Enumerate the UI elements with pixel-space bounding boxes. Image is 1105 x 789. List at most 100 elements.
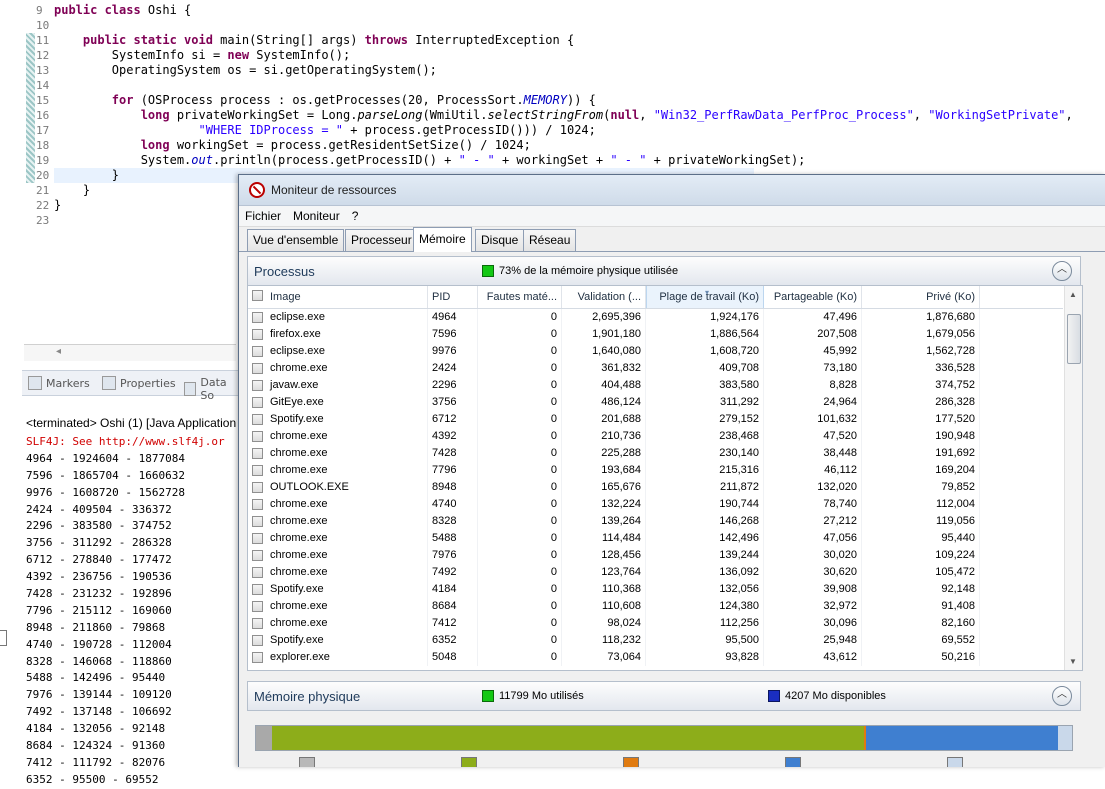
- cell-shareable: 46,112: [764, 462, 862, 479]
- properties-icon: [102, 376, 116, 390]
- cell-hard-faults: 0: [478, 632, 562, 649]
- table-row[interactable]: chrome.exe 7492 0 123,764 136,092 30,620 105,4…: [248, 564, 1063, 581]
- scroll-up-icon[interactable]: ▲: [1069, 290, 1077, 299]
- table-row[interactable]: GitEye.exe 3756 0 486,124 311,292 24,964 286,3…: [248, 394, 1063, 411]
- table-row[interactable]: chrome.exe 8684 0 110,608 124,380 32,972 91,40…: [248, 598, 1063, 615]
- window-titlebar[interactable]: Moniteur de ressources: [239, 175, 1105, 206]
- cell-shareable: 132,020: [764, 479, 862, 496]
- tab-data-source[interactable]: Data So: [184, 376, 238, 402]
- tab-properties[interactable]: Properties: [102, 376, 176, 390]
- code-text: }: [54, 183, 91, 197]
- table-row[interactable]: firefox.exe 7596 0 1,901,180 1,886,564 207,50…: [248, 326, 1063, 343]
- menu-fichier[interactable]: Fichier: [239, 209, 287, 223]
- table-row[interactable]: chrome.exe 7412 0 98,024 112,256 30,096 82,160: [248, 615, 1063, 632]
- tab-overview[interactable]: Vue d'ensemble: [247, 229, 345, 251]
- table-row[interactable]: chrome.exe 2424 0 361,832 409,708 73,180 336,5…: [248, 360, 1063, 377]
- cell-commit: 361,832: [562, 360, 646, 377]
- scroll-left-icon[interactable]: ◂: [56, 346, 61, 357]
- cell-commit: 225,288: [562, 445, 646, 462]
- physical-memory-panel-header[interactable]: Mémoire physique 11799 Mo utilisés 4207 …: [247, 681, 1081, 711]
- cell-commit: 1,640,080: [562, 343, 646, 360]
- line-number: 14: [36, 79, 50, 92]
- console-line: 7596 - 1865704 - 1660632: [26, 468, 185, 482]
- console-line: 4184 - 132056 - 92148: [26, 722, 166, 736]
- cell-working-set: 1,608,720: [646, 343, 764, 360]
- tab-memory[interactable]: Mémoire: [413, 227, 472, 252]
- cell-image: chrome.exe: [248, 615, 428, 632]
- cell-private: 112,004: [862, 496, 980, 513]
- tab-disk[interactable]: Disque: [475, 229, 525, 251]
- tab-properties-label: Properties: [120, 376, 176, 390]
- table-row[interactable]: Spotify.exe 4184 0 110,368 132,056 39,908 92,1…: [248, 581, 1063, 598]
- table-row[interactable]: Spotify.exe 6712 0 201,688 279,152 101,632 177…: [248, 411, 1063, 428]
- table-row[interactable]: chrome.exe 7976 0 128,456 139,244 30,020 109,2…: [248, 547, 1063, 564]
- line-number: 15: [36, 94, 50, 107]
- scroll-down-icon[interactable]: ▼: [1069, 657, 1077, 666]
- menu-moniteur[interactable]: Moniteur: [287, 209, 346, 223]
- cell-commit: 486,124: [562, 394, 646, 411]
- col-private[interactable]: Privé (Ko): [862, 286, 980, 308]
- col-image[interactable]: Image: [248, 286, 428, 308]
- cell-commit: 110,608: [562, 598, 646, 615]
- editor-horizontal-scrollbar[interactable]: ◂: [24, 344, 236, 361]
- cell-working-set: 1,886,564: [646, 326, 764, 343]
- collapse-processes-button[interactable]: ︿: [1052, 261, 1072, 281]
- tab-data-source-label: Data So: [200, 376, 227, 402]
- processes-panel-header[interactable]: Processus 73% de la mémoire physique uti…: [247, 256, 1081, 286]
- table-row[interactable]: chrome.exe 7796 0 193,684 215,316 46,112 169,2…: [248, 462, 1063, 479]
- line-number: 20: [36, 169, 50, 182]
- cell-working-set: 230,140: [646, 445, 764, 462]
- cell-shareable: 24,964: [764, 394, 862, 411]
- table-row[interactable]: eclipse.exe 9976 0 1,640,080 1,608,720 45,992…: [248, 343, 1063, 360]
- cell-shareable: 43,612: [764, 649, 862, 666]
- cell-hard-faults: 0: [478, 309, 562, 326]
- table-row[interactable]: Spotify.exe 6352 0 118,232 95,500 25,948 69,55…: [248, 632, 1063, 649]
- console-line: 6352 - 95500 - 69552: [26, 772, 159, 786]
- col-pid[interactable]: PID: [428, 286, 478, 308]
- cell-working-set: 211,872: [646, 479, 764, 496]
- cell-working-set: 279,152: [646, 411, 764, 428]
- table-row[interactable]: chrome.exe 4740 0 132,224 190,744 78,740 112,0…: [248, 496, 1063, 513]
- code-text: System.out.println(process.getProcessID(…: [54, 153, 806, 167]
- cell-pid: 5488: [428, 530, 478, 547]
- tab-network[interactable]: Réseau: [523, 229, 577, 251]
- cell-private: 374,752: [862, 377, 980, 394]
- col-hard-faults[interactable]: Fautes maté...: [478, 286, 562, 308]
- tab-markers[interactable]: Markers: [28, 376, 90, 390]
- cell-shareable: 78,740: [764, 496, 862, 513]
- table-row[interactable]: chrome.exe 8328 0 139,264 146,268 27,212 119,0…: [248, 513, 1063, 530]
- select-all-checkbox[interactable]: [252, 290, 263, 301]
- table-row[interactable]: chrome.exe 7428 0 225,288 230,140 38,448 191,6…: [248, 445, 1063, 462]
- cell-commit: 128,456: [562, 547, 646, 564]
- tab-cpu[interactable]: Processeur: [345, 229, 418, 251]
- cell-image: eclipse.exe: [248, 309, 428, 326]
- cell-private: 1,562,728: [862, 343, 980, 360]
- col-shareable[interactable]: Partageable (Ko): [764, 286, 862, 308]
- col-working-set[interactable]: ▾ Plage de travail (Ko): [646, 286, 764, 308]
- cell-image: javaw.exe: [248, 377, 428, 394]
- cell-commit: 98,024: [562, 615, 646, 632]
- scrollbar-thumb[interactable]: [1067, 314, 1081, 364]
- table-row[interactable]: chrome.exe 5488 0 114,484 142,496 47,056 95,44…: [248, 530, 1063, 547]
- console-view[interactable]: <terminated> Oshi (1) [Java Application …: [22, 410, 238, 786]
- line-number: 13: [36, 64, 50, 77]
- cell-image: chrome.exe: [248, 496, 428, 513]
- cell-image: chrome.exe: [248, 598, 428, 615]
- table-row[interactable]: chrome.exe 4392 0 210,736 238,468 47,520 190,9…: [248, 428, 1063, 445]
- cell-hard-faults: 0: [478, 411, 562, 428]
- cell-working-set: 112,256: [646, 615, 764, 632]
- console-line: 2296 - 383580 - 374752: [26, 519, 172, 533]
- menu-help[interactable]: ?: [346, 209, 365, 223]
- table-row[interactable]: OUTLOOK.EXE 8948 0 165,676 211,872 132,020 79,…: [248, 479, 1063, 496]
- table-row[interactable]: explorer.exe 5048 0 73,064 93,828 43,612 50,21…: [248, 649, 1063, 666]
- console-line: 2424 - 409504 - 336372: [26, 502, 172, 516]
- table-row[interactable]: eclipse.exe 4964 0 2,695,396 1,924,176 47,496…: [248, 309, 1063, 326]
- table-vertical-scrollbar[interactable]: ▲ ▼: [1064, 286, 1082, 670]
- cell-pid: 6712: [428, 411, 478, 428]
- memory-segment-reserved: [256, 726, 272, 750]
- collapse-physical-memory-button[interactable]: ︿: [1052, 686, 1072, 706]
- col-commit[interactable]: Validation (...: [562, 286, 646, 308]
- cell-commit: 110,368: [562, 581, 646, 598]
- memory-usage-summary: 73% de la mémoire physique utilisée: [482, 265, 678, 277]
- table-row[interactable]: javaw.exe 2296 0 404,488 383,580 8,828 374,752: [248, 377, 1063, 394]
